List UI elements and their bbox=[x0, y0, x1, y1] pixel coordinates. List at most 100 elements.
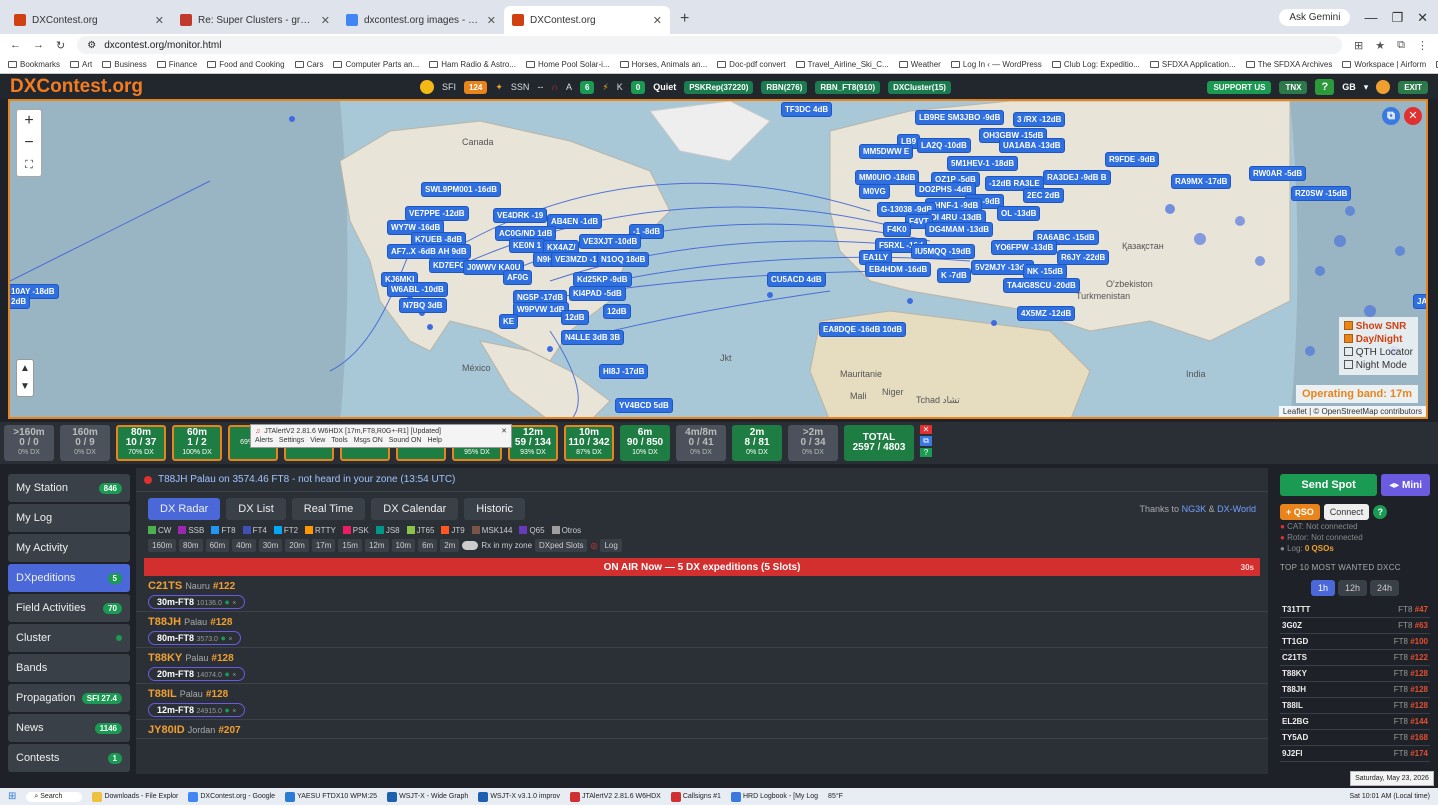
period-button[interactable]: 1h bbox=[1310, 580, 1335, 596]
most-wanted-row[interactable]: T88KY FT8 #128 bbox=[1280, 666, 1430, 682]
map-spot-label[interactable]: RA9MX -17dB bbox=[1172, 175, 1231, 188]
log-button[interactable]: Log bbox=[600, 539, 622, 552]
browser-tab[interactable]: Re: Super Clusters - groupsio... ✕ bbox=[172, 6, 338, 34]
taskbar-app[interactable]: WSJT-X - Wide Graph bbox=[387, 791, 468, 802]
band-filter-button[interactable]: 12m bbox=[364, 539, 389, 552]
mode-legend-item[interactable]: FT2 bbox=[273, 526, 298, 535]
record-icon[interactable]: ◎ bbox=[590, 541, 597, 550]
rbn-button[interactable]: RBN(276) bbox=[761, 80, 808, 94]
scroll-up-button[interactable]: ▲ bbox=[17, 360, 33, 378]
dxpedition-row[interactable]: C21TS Nauru #122 30m-FT8 10136.0 ● × bbox=[136, 576, 1268, 612]
band-filter-button[interactable]: 80m bbox=[179, 539, 203, 552]
dxpedition-slot[interactable]: 80m-FT8 3573.0 ● × bbox=[148, 631, 242, 645]
map-spot-label[interactable]: VE3XJT -10dB bbox=[580, 235, 641, 248]
browser-tab[interactable]: DXContest.org ✕ bbox=[504, 6, 670, 34]
dxpedition-call[interactable]: C21TS bbox=[148, 580, 182, 592]
most-wanted-row[interactable]: 3G0Z FT8 #63 bbox=[1280, 618, 1430, 634]
jtalert-window[interactable]: ♫ JTAlertV2 2.81.6 W6HDX [17m,FT8,R0G+-R… bbox=[250, 424, 512, 448]
band-tile[interactable]: 12m 59 / 134 93% DX bbox=[508, 425, 558, 461]
map-spot-label[interactable]: EB4HDM -16dB bbox=[866, 263, 931, 276]
mini-button[interactable]: ◂▸ Mini bbox=[1381, 474, 1430, 496]
tnx-button[interactable]: TNX bbox=[1279, 80, 1308, 94]
rx-zone-toggle[interactable] bbox=[462, 541, 479, 550]
night-mode-checkbox[interactable] bbox=[1343, 360, 1353, 369]
band-tile[interactable]: 80m 10 / 37 70% DX bbox=[116, 425, 166, 461]
map-spot-label[interactable]: JA4I bbox=[1414, 295, 1426, 308]
dxpedition-call[interactable]: T88IL bbox=[148, 688, 177, 700]
reload-icon[interactable]: ↻ bbox=[56, 39, 65, 52]
band-filter-button[interactable]: 60m bbox=[205, 539, 230, 552]
bookmark-item[interactable]: SFDXA Application... bbox=[1149, 60, 1236, 69]
jtalert-menu-item[interactable]: Alerts bbox=[255, 437, 273, 444]
mode-legend-item[interactable]: RTTY bbox=[305, 526, 336, 535]
main-tab[interactable]: Real Time bbox=[291, 498, 366, 520]
menu-icon[interactable]: ⋮ bbox=[1417, 39, 1428, 52]
map-spot-label[interactable]: VE7PPE -12dB bbox=[406, 207, 468, 220]
new-tab-icon[interactable]: + bbox=[670, 10, 699, 34]
support-us-button[interactable]: SUPPORT US bbox=[1207, 80, 1272, 94]
map-spot-label[interactable]: 5M1HEV-1 -18dB bbox=[948, 157, 1018, 170]
taskbar-search[interactable]: ⌕ Search bbox=[26, 791, 83, 802]
scroll-down-button[interactable]: ▼ bbox=[17, 378, 33, 396]
mode-legend-item[interactable]: Otros bbox=[551, 526, 581, 535]
jtalert-menu-item[interactable]: Tools bbox=[331, 437, 347, 444]
map-spot-label[interactable]: SWL9PM001 -16dB bbox=[422, 183, 501, 196]
map-spot-label[interactable]: EA8DQE -16dB 10dB bbox=[820, 323, 906, 336]
bookmark-item[interactable]: Finance bbox=[156, 60, 197, 69]
ng3k-link[interactable]: NG3K bbox=[1182, 504, 1207, 514]
band-filter-button[interactable]: 17m bbox=[311, 539, 336, 552]
mode-legend-item[interactable]: PSK bbox=[342, 526, 369, 535]
night-mode-option[interactable]: Night Mode bbox=[1343, 359, 1413, 372]
map-spot-label[interactable]: NK -15dB bbox=[1024, 265, 1067, 278]
mode-legend-item[interactable]: JT9 bbox=[441, 526, 465, 535]
band-filter-button[interactable]: 6m bbox=[418, 539, 438, 552]
mode-legend-item[interactable]: FT4 bbox=[242, 526, 267, 535]
sidebar-item[interactable]: My Activity bbox=[8, 534, 130, 562]
slot-remove-icon[interactable]: × bbox=[232, 672, 236, 679]
band-tile[interactable]: 10m 110 / 342 87% DX bbox=[564, 425, 614, 461]
map-spot-label[interactable]: KI4PAD -5dB bbox=[570, 287, 625, 300]
map-spot-label[interactable]: KE bbox=[500, 315, 518, 328]
most-wanted-row[interactable]: TY5AD FT8 #168 bbox=[1280, 730, 1430, 746]
main-tab[interactable]: Historic bbox=[464, 498, 525, 520]
taskbar-app[interactable]: Downloads - File Explor bbox=[92, 791, 178, 802]
map-spot-label[interactable]: AF7..X -6dB AH 9dB bbox=[388, 245, 470, 258]
dx-world-link[interactable]: DX-World bbox=[1217, 504, 1256, 514]
jtalert-menu-item[interactable]: View bbox=[310, 437, 325, 444]
bookmark-item[interactable]: Business bbox=[102, 60, 147, 69]
main-tab[interactable]: DX List bbox=[226, 498, 286, 520]
tab-close-icon[interactable]: ✕ bbox=[653, 14, 662, 27]
jtalert-close-icon[interactable]: ✕ bbox=[501, 427, 507, 435]
dxpedition-call[interactable]: JY80ID bbox=[148, 724, 185, 736]
theme-toggle-icon[interactable] bbox=[1376, 80, 1391, 94]
show-snr-checkbox[interactable] bbox=[1343, 321, 1353, 330]
bookmark-item[interactable]: Computer Parts an... bbox=[333, 60, 419, 69]
map-spot-label[interactable]: LB9RE SM3JBO -9dB bbox=[916, 111, 1004, 124]
sidebar-item[interactable]: My Station 846 bbox=[8, 474, 130, 502]
map-spot-label[interactable]: 12dB bbox=[604, 305, 630, 318]
band-filter-button[interactable]: 40m bbox=[232, 539, 256, 552]
mode-legend-item[interactable]: JT65 bbox=[406, 526, 434, 535]
dxped-slots-button[interactable]: DXped Slots bbox=[535, 539, 588, 552]
qth-locator-checkbox[interactable] bbox=[1343, 347, 1353, 356]
jtalert-menu-item[interactable]: Help bbox=[427, 437, 441, 444]
bookmark-item[interactable]: Cars bbox=[294, 60, 323, 69]
dxpedition-row[interactable]: JY80ID Jordan #207 bbox=[136, 720, 1268, 739]
dxpedition-slot[interactable]: 30m-FT8 10136.0 ● × bbox=[148, 595, 246, 609]
dxpedition-row[interactable]: T88JH Palau #128 80m-FT8 3573.0 ● × bbox=[136, 612, 1268, 648]
period-button[interactable]: 12h bbox=[1337, 580, 1367, 596]
chevron-down-icon[interactable]: ▾ bbox=[1364, 82, 1369, 93]
band-tile[interactable]: 2m 8 / 81 0% DX bbox=[732, 425, 782, 461]
close-bands-icon[interactable]: ✕ bbox=[920, 425, 932, 434]
sidebar-item[interactable]: Propagation SFI 27.4 bbox=[8, 684, 130, 712]
bookmark-item[interactable]: Bookmarks bbox=[8, 60, 60, 69]
jtalert-menu-item[interactable]: Msgs ON bbox=[354, 437, 383, 444]
band-filter-button[interactable]: 2m bbox=[440, 539, 460, 552]
map-spot-label[interactable]: RA3DEJ -9dB B bbox=[1044, 171, 1110, 184]
taskbar-app[interactable]: HRD Logbook - [My Log bbox=[730, 791, 818, 802]
band-filter-button[interactable]: 10m bbox=[391, 539, 416, 552]
map-spot-label[interactable]: 3 /RX -12dB bbox=[1014, 113, 1065, 126]
map-spot-label[interactable]: HI8J -17dB bbox=[600, 365, 648, 378]
site-logo[interactable]: DXContest.org bbox=[0, 76, 420, 98]
map-spot-label[interactable]: F4K0 bbox=[884, 223, 910, 236]
